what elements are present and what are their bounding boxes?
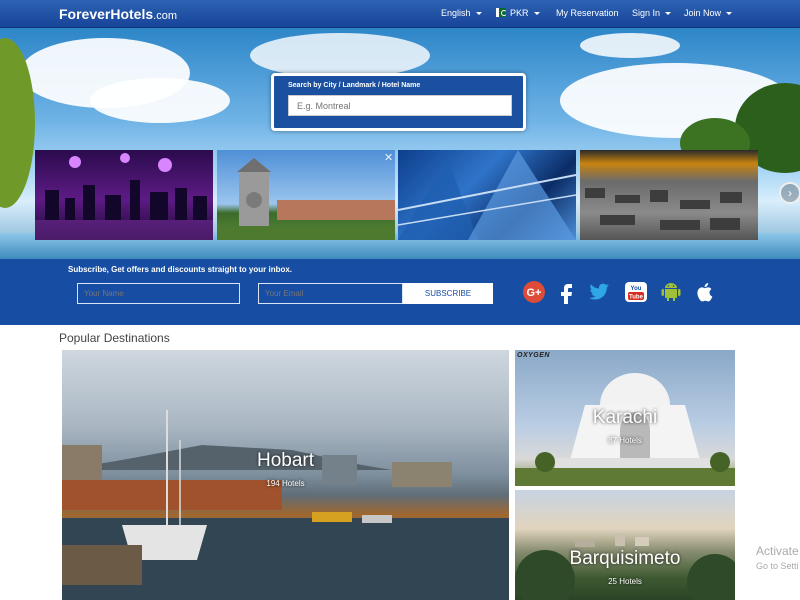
hero-image-city-aerial[interactable] [580,150,758,240]
twitter-icon[interactable] [587,280,611,304]
hero-banner: ✕ › Search by City / Landmark / Hotel Na… [0,28,800,259]
destination-card-barquisimeto[interactable]: Barquisimeto 25 Hotels [515,490,735,600]
hero-image-landmark[interactable] [217,150,395,240]
destination-search-input[interactable] [288,95,512,116]
destination-card-karachi[interactable]: OXYGEN Karachi 87 Hotels [515,350,735,486]
android-icon[interactable] [659,280,683,304]
chevron-down-icon [665,12,672,16]
cloud-shape [580,33,680,58]
subscribe-email-input[interactable] [258,283,403,304]
subscribe-name-input[interactable] [77,283,240,304]
destination-hotel-count: 87 Hotels [608,436,642,445]
landmark-illustration [217,158,395,240]
destination-card-hobart[interactable]: Hobart 194 Hotels [62,350,509,600]
join-now-dropdown[interactable]: Join Now [684,8,733,18]
hero-image-skyscrapers[interactable] [398,150,576,240]
join-now-label: Join Now [684,8,722,18]
currency-dropdown[interactable]: PKR [496,8,540,18]
logo-text-hotels: Hotels [110,6,154,22]
facebook-icon[interactable] [555,280,579,304]
pakistan-flag-icon [496,8,507,17]
cloud-shape [90,78,230,123]
hero-image-night-city[interactable] [35,150,213,240]
svg-text:G+: G+ [527,287,542,299]
windows-activation-settings-hint: Go to Setti [756,561,799,571]
apple-icon[interactable] [693,280,717,304]
popular-destinations-title: Popular Destinations [59,331,170,345]
subscribe-title: Subscribe, Get offers and discounts stra… [68,265,293,274]
logo-text-domain: .com [153,10,177,22]
chevron-right-icon[interactable]: › [779,182,800,204]
destination-hotel-count: 25 Hotels [608,577,642,586]
currency-label: PKR [510,8,529,18]
windows-activation-watermark: Activate [756,544,799,558]
destination-name: Barquisimeto [569,548,681,569]
search-panel: Search by City / Landmark / Hotel Name [271,73,526,131]
logo-text-forever: Forever [59,6,111,22]
hobart-harbor-illustration [62,410,509,600]
sign-in-dropdown[interactable]: Sign In [632,8,672,18]
language-dropdown[interactable]: English [441,8,482,18]
top-navbar: ForeverHotels.com English PKR My Reserva… [0,0,800,28]
svg-text:You: You [631,286,642,292]
search-label: Search by City / Landmark / Hotel Name [288,82,421,89]
night-city-illustration [35,153,213,240]
oxygen-watermark: OXYGEN [517,352,550,359]
city-aerial-illustration [585,188,742,230]
skyscraper-illustration [398,150,576,240]
svg-text:Tube: Tube [629,295,644,301]
subscribe-button[interactable]: SUBSCRIBE [403,283,493,304]
chevron-down-icon [475,12,482,16]
chevron-down-icon [533,12,540,16]
destination-name: Hobart [256,450,315,471]
site-logo[interactable]: ForeverHotels.com [59,6,177,22]
google-plus-icon[interactable]: G+ [522,280,546,304]
my-reservation-link[interactable]: My Reservation [556,8,619,18]
chevron-down-icon [726,12,733,16]
cloud-shape [250,33,430,78]
sign-in-label: Sign In [632,8,661,18]
destination-name: Karachi [592,407,658,428]
destination-hotel-count: 194 Hotels [266,479,305,488]
language-label: English [441,8,471,18]
close-icon[interactable]: ✕ [384,151,393,164]
youtube-icon[interactable]: You Tube [624,280,648,304]
